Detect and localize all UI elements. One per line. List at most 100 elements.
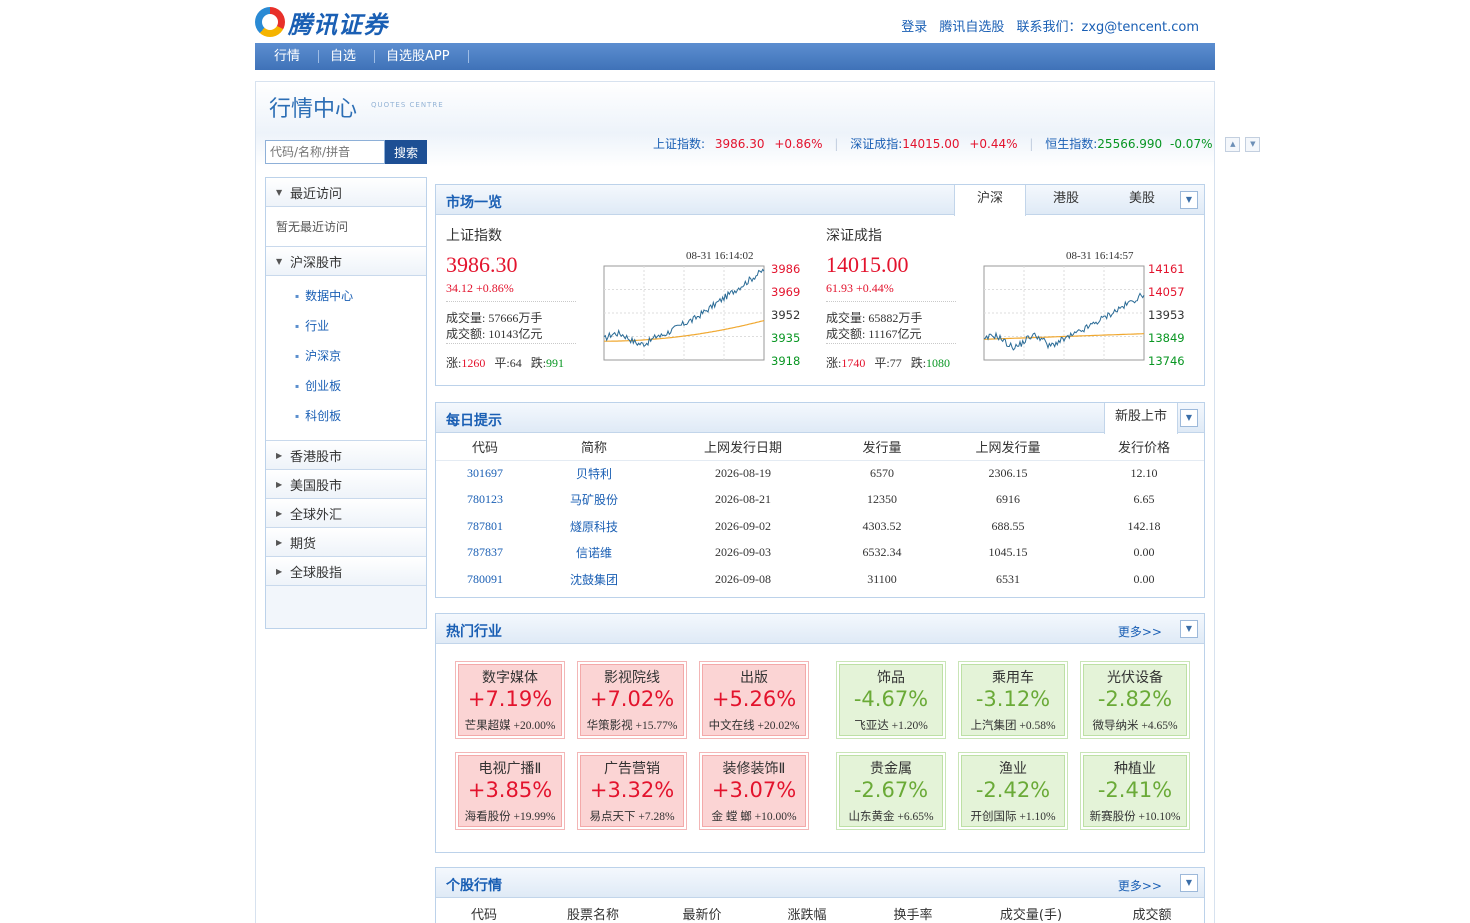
sector-tile[interactable]: 出版 +5.26% 中文在线 +20.02% — [699, 661, 809, 739]
down-count: 1080 — [926, 356, 951, 370]
table-row[interactable]: 787837 信诺维 2026-09-03 6532.34 1045.15 0.00 — [436, 540, 1204, 567]
page-title-en: QUOTES CENTRE — [371, 101, 444, 109]
price-cell: 0.00 — [1133, 545, 1155, 560]
sector-tile[interactable]: 广告营销 +3.32% 易点天下 +7.28% — [577, 752, 687, 830]
sector-tile[interactable]: 贵金属 -2.67% 山东黄金 +6.65% — [836, 752, 946, 830]
column-header[interactable]: 成交量(手) — [1000, 904, 1062, 923]
leader-name[interactable]: 开创国际 — [970, 811, 1016, 823]
column-header[interactable]: 涨跌幅 — [787, 904, 826, 923]
index-card-sh[interactable]: 上证指数 3986.30 34.12 +0.86% 成交量: 57666万手 成… — [436, 215, 816, 387]
leader-name[interactable]: 金 螳 螂 — [711, 811, 751, 823]
contact-link[interactable]: 联系我们：zxg@tencent.com — [1017, 20, 1199, 35]
table-row[interactable]: 780123 马矿股份 2026-08-21 12350 6916 6.65 — [436, 487, 1204, 514]
sector-tile[interactable]: 数字媒体 +7.19% 芒果超媒 +20.00% — [455, 661, 565, 739]
index-card-sz[interactable]: 深证成指 14015.00 61.93 +0.44% 成交量: 65882万手 … — [816, 215, 1196, 387]
sz-index-label[interactable]: 深证成指: — [850, 137, 902, 151]
up-count-label: 涨: — [446, 356, 462, 370]
sector-tile[interactable]: 乘用车 -3.12% 上汽集团 +0.58% — [958, 661, 1068, 739]
nav-app[interactable]: 自选股APP — [375, 50, 469, 63]
table-row[interactable]: 301697 贝特利 2026-08-19 6570 2306.15 12.10 — [436, 460, 1204, 487]
hs-index-label[interactable]: 恒生指数: — [1045, 137, 1097, 151]
sector-tile[interactable]: 装修装饰Ⅱ +3.07% 金 螳 螂 +10.00% — [699, 752, 809, 830]
code-cell[interactable]: 787837 — [436, 540, 534, 567]
code-cell[interactable]: 787801 — [436, 513, 534, 540]
dropdown-icon[interactable]: ▼ — [1180, 191, 1198, 209]
sector-tile[interactable]: 电视广播Ⅱ +3.85% 海看股份 +19.99% — [455, 752, 565, 830]
code-cell[interactable]: 780123 — [436, 487, 534, 514]
leader-name[interactable]: 山东黄金 — [848, 811, 894, 823]
tab-hk[interactable]: 港股 — [1030, 185, 1102, 215]
code-cell[interactable]: 780091 — [436, 566, 534, 593]
leader-name[interactable]: 新赛股份 — [1090, 811, 1136, 823]
sidebar-item-hk[interactable]: ▶ 香港股市 — [266, 441, 426, 470]
sidebar-item-hs[interactable]: ▼ 沪深股市 — [266, 247, 426, 276]
name-cell[interactable]: 沈鼓集团 — [534, 566, 654, 593]
intraday-chart — [983, 265, 1145, 361]
sector-tile[interactable]: 饰品 -4.67% 飞亚达 +1.20% — [836, 661, 946, 739]
leader-change: +19.99% — [513, 811, 556, 823]
chart-timestamp: 08-31 16:14:02 — [686, 250, 754, 262]
sector-tile[interactable]: 影视院线 +7.02% 华策影视 +15.77% — [577, 661, 687, 739]
leader-name[interactable]: 易点天下 — [589, 811, 635, 823]
sh-index-label[interactable]: 上证指数: — [653, 137, 705, 151]
more-link[interactable]: 更多>> — [1118, 623, 1162, 640]
table-row[interactable]: 780091 沈鼓集团 2026-09-08 31100 6531 0.00 — [436, 566, 1204, 593]
sector-name: 数字媒体 — [482, 670, 538, 686]
name-cell[interactable]: 信诺维 — [534, 540, 654, 567]
search-button[interactable]: 搜索 — [385, 140, 427, 164]
logo[interactable]: 腾讯证券 — [255, 6, 388, 39]
leader-name[interactable]: 芒果超媒 — [465, 720, 511, 732]
table-row[interactable]: 787801 燧原科技 2026-09-02 4303.52 688.55 142.18 — [436, 513, 1204, 540]
sidebar-item-fx[interactable]: ▶ 全球外汇 — [266, 499, 426, 528]
sidebar-item-recent[interactable]: ▼ 最近访问 — [266, 178, 426, 207]
name-cell[interactable]: 燧原科技 — [534, 513, 654, 540]
sh-index-change: +0.86% — [774, 137, 823, 151]
sidebar-subitem-industry[interactable]: 行业 — [266, 316, 426, 346]
tab-new-listings[interactable]: 新股上市 — [1104, 403, 1178, 434]
nav-watchlist[interactable]: 自选 — [319, 50, 376, 63]
dropdown-icon[interactable]: ▼ — [1180, 409, 1198, 427]
leader-name[interactable]: 微导纳米 — [1092, 720, 1138, 732]
sidebar-subitem-gem[interactable]: 创业板 — [266, 376, 426, 406]
leader-name[interactable]: 海看股份 — [465, 811, 511, 823]
nav-quotes[interactable]: 行情 — [263, 50, 320, 63]
column-header[interactable]: 代码 — [471, 904, 497, 923]
tick-label: 3935 — [771, 331, 801, 345]
sector-tile[interactable]: 种植业 -2.41% 新赛股份 +10.10% — [1080, 752, 1190, 830]
scroll-up-icon[interactable]: ▲ — [1225, 137, 1241, 152]
sidebar-subitem-star[interactable]: 科创板 — [266, 406, 426, 436]
index-ticker: 上证指数: 3986.30 +0.86% | 深证成指:14015.00 +0.… — [653, 135, 1261, 152]
sidebar-subitem-hsj[interactable]: 沪深京 — [266, 346, 426, 376]
code-cell[interactable]: 301697 — [436, 460, 534, 487]
column-header[interactable]: 最新价 — [682, 904, 721, 923]
sidebar-item-futures[interactable]: ▶ 期货 — [266, 528, 426, 557]
leader-name[interactable]: 飞亚达 — [854, 720, 889, 732]
sector-name: 种植业 — [1114, 761, 1156, 777]
name-cell[interactable]: 马矿股份 — [534, 487, 654, 514]
column-header[interactable]: 成交额 — [1132, 904, 1171, 923]
scroll-down-icon[interactable]: ▼ — [1245, 137, 1261, 152]
search-input[interactable] — [265, 140, 385, 164]
leader-name[interactable]: 上汽集团 — [970, 720, 1016, 732]
more-link[interactable]: 更多>> — [1118, 877, 1162, 894]
sector-leader: 芒果超媒 +20.00% — [456, 717, 564, 733]
sector-tile[interactable]: 光伏设备 -2.82% 微导纳米 +4.65% — [1080, 661, 1190, 739]
zixuangu-link[interactable]: 腾讯自选股 — [939, 20, 1004, 35]
leader-name[interactable]: 中文在线 — [709, 720, 755, 732]
dropdown-icon[interactable]: ▼ — [1180, 874, 1198, 892]
tab-us[interactable]: 美股 — [1106, 185, 1178, 215]
divider — [446, 343, 576, 344]
sector-tile[interactable]: 渔业 -2.42% 开创国际 +1.10% — [958, 752, 1068, 830]
dropdown-icon[interactable]: ▼ — [1180, 620, 1198, 638]
up-count: 1260 — [461, 356, 486, 370]
sidebar-subitem-data-center[interactable]: 数据中心 — [266, 286, 426, 316]
sidebar-item-us[interactable]: ▶ 美国股市 — [266, 470, 426, 499]
column-header[interactable]: 换手率 — [893, 904, 932, 923]
sidebar-item-global-index[interactable]: ▶ 全球股指 — [266, 557, 426, 586]
login-link[interactable]: 登录 — [901, 20, 927, 35]
leader-name[interactable]: 华策影视 — [587, 720, 633, 732]
sector-leader: 飞亚达 +1.20% — [837, 717, 945, 733]
column-header[interactable]: 股票名称 — [567, 904, 619, 923]
tab-hs[interactable]: 沪深 — [954, 185, 1026, 216]
name-cell[interactable]: 贝特利 — [534, 460, 654, 487]
